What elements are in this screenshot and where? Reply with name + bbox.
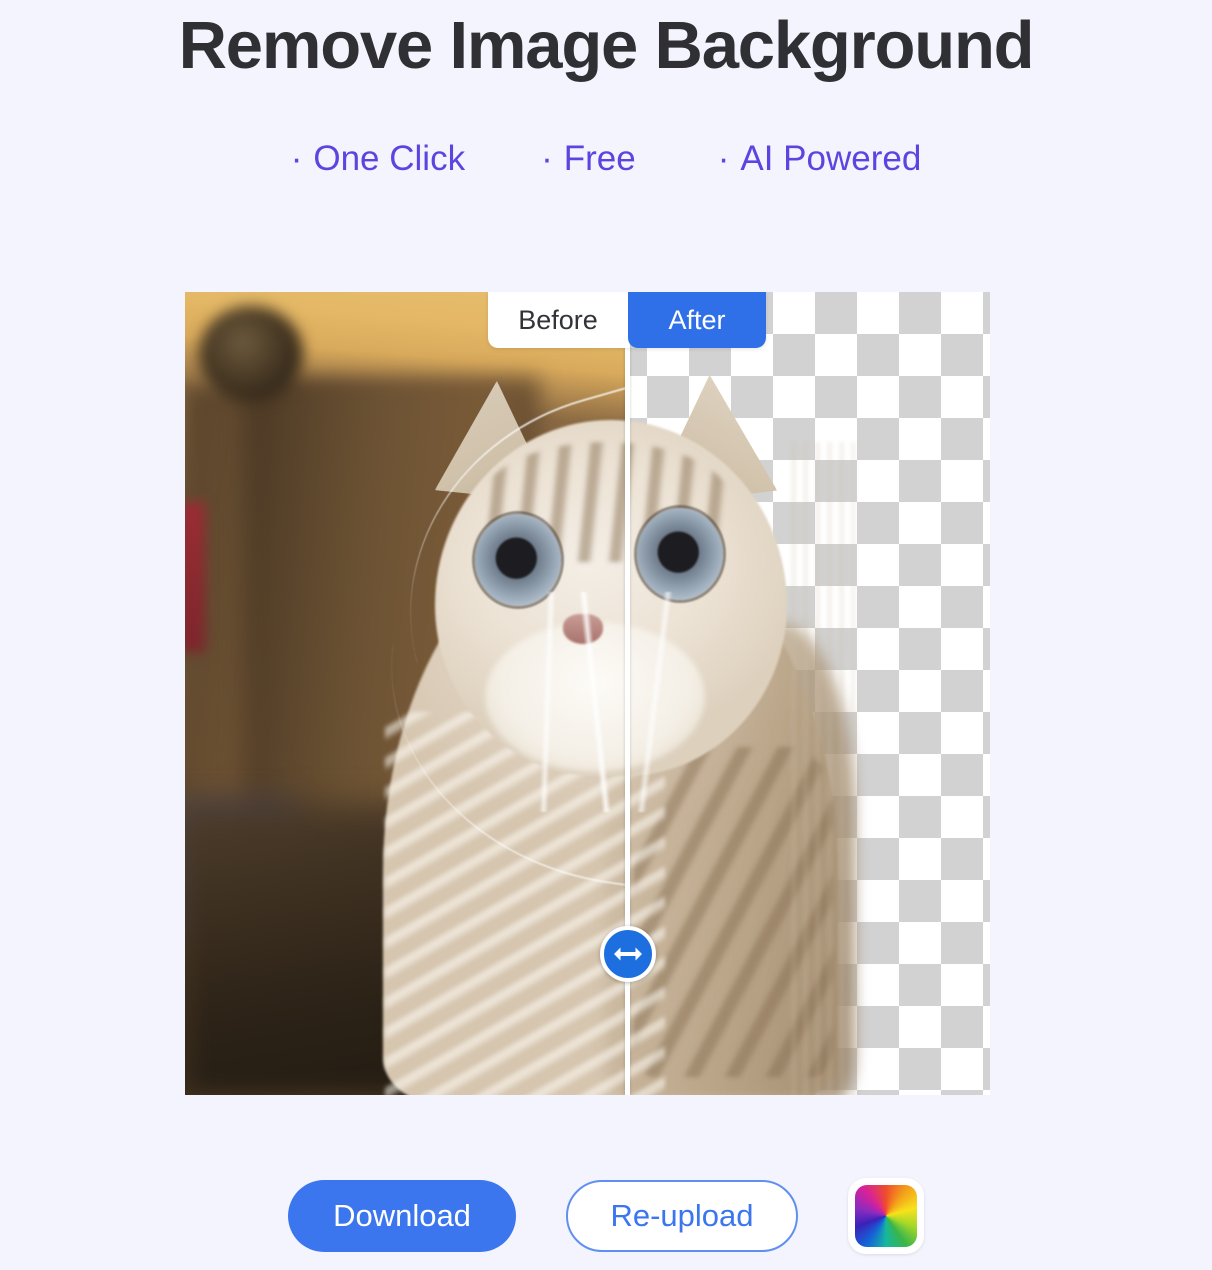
color-picker-button[interactable] xyxy=(848,1178,924,1254)
comparison-drag-handle[interactable] xyxy=(599,926,656,982)
bullet-icon: · xyxy=(541,139,553,178)
before-after-comparison-viewer[interactable]: Before After xyxy=(185,292,990,1095)
feature-label: One Click xyxy=(313,139,466,178)
cat-eye-right xyxy=(637,508,723,600)
bullet-icon: · xyxy=(290,139,303,178)
before-after-toggle[interactable]: Before After xyxy=(488,292,766,348)
tab-after[interactable]: After xyxy=(628,292,766,348)
tab-before[interactable]: Before xyxy=(488,292,628,348)
feature-label: Free xyxy=(563,139,636,178)
room-red-book xyxy=(185,502,205,652)
feature-item-one-click: · One Click xyxy=(291,139,465,179)
room-knob xyxy=(199,306,303,402)
color-wheel-icon xyxy=(855,1185,917,1247)
before-scene xyxy=(185,292,625,1095)
page-title: Remove Image Background xyxy=(178,8,1035,83)
download-button[interactable]: Download xyxy=(288,1180,516,1252)
re-upload-button[interactable]: Re-upload xyxy=(566,1180,798,1252)
feature-item-ai-powered: · AI Powered xyxy=(718,139,922,179)
bullet-icon: · xyxy=(717,139,730,178)
feature-label: AI Powered xyxy=(740,139,922,178)
feature-item-free: · Free xyxy=(541,139,636,179)
feature-list: · One Click · Free · AI Powered xyxy=(0,139,1212,179)
before-image xyxy=(185,292,625,1095)
action-bar: Download Re-upload xyxy=(0,1178,1212,1254)
left-right-arrow-icon xyxy=(613,947,642,961)
